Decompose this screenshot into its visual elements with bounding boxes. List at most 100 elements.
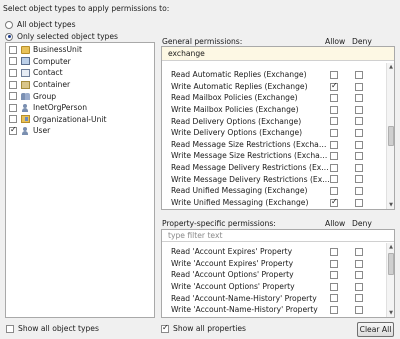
deny-checkbox[interactable] bbox=[355, 259, 363, 268]
object-type-item[interactable]: Organizational-Unit bbox=[9, 114, 154, 126]
selected-object-types-radio[interactable]: Only selected object types bbox=[5, 32, 118, 41]
allow-checkbox[interactable] bbox=[330, 175, 338, 184]
scroll-up-icon[interactable]: ▲ bbox=[387, 63, 394, 71]
deny-checkbox[interactable] bbox=[355, 186, 363, 195]
property-permission-row[interactable]: Write 'Account-Name-History' Property bbox=[162, 304, 394, 316]
general-permission-row[interactable]: Read Message Delivery Restrictions (Exch… bbox=[162, 162, 394, 174]
property-permission-row[interactable]: Read 'Account-Name-History' Property bbox=[162, 292, 394, 304]
allow-checkbox[interactable] bbox=[330, 94, 338, 103]
allow-checkbox[interactable] bbox=[330, 128, 338, 137]
property-permissions-list[interactable]: type filter text Read 'Account Expires' … bbox=[161, 229, 395, 318]
scroll-up-icon[interactable]: ▲ bbox=[387, 243, 394, 251]
deny-checkbox[interactable] bbox=[355, 175, 363, 184]
deny-checkbox[interactable] bbox=[355, 198, 363, 207]
allow-checkbox[interactable] bbox=[330, 71, 338, 79]
radio-circle[interactable] bbox=[5, 32, 13, 41]
object-type-item[interactable]: Container bbox=[9, 79, 154, 91]
object-type-item[interactable]: Contact bbox=[9, 67, 154, 79]
object-type-checkbox[interactable] bbox=[9, 103, 17, 112]
scroll-thumb[interactable] bbox=[388, 126, 394, 146]
organizational-unit-icon bbox=[21, 115, 30, 124]
contact-icon bbox=[21, 68, 30, 77]
scroll-thumb[interactable] bbox=[388, 253, 394, 275]
scroll-down-icon[interactable]: ▼ bbox=[387, 309, 394, 317]
person-icon bbox=[21, 103, 30, 112]
property-permission-row[interactable]: Write 'Account Options' Property bbox=[162, 281, 394, 293]
object-type-item[interactable]: Computer bbox=[9, 56, 154, 68]
allow-checkbox[interactable] bbox=[330, 186, 338, 195]
object-type-checkbox[interactable] bbox=[9, 92, 17, 101]
general-permissions-list[interactable]: exchange Read Automatic Replies (Exchang… bbox=[161, 46, 395, 210]
object-type-item[interactable]: User bbox=[9, 125, 154, 137]
scroll-down-icon[interactable]: ▼ bbox=[387, 201, 394, 209]
checkbox[interactable] bbox=[6, 324, 14, 333]
show-all-properties-checkbox[interactable]: Show all properties bbox=[161, 323, 246, 333]
object-type-checkbox[interactable] bbox=[9, 68, 17, 77]
property-permission-row[interactable]: Read 'Account Expires' Property bbox=[162, 246, 394, 258]
deny-checkbox[interactable] bbox=[355, 82, 363, 91]
allow-checkbox[interactable] bbox=[330, 305, 338, 314]
deny-checkbox[interactable] bbox=[355, 163, 363, 172]
deny-checkbox[interactable] bbox=[355, 294, 363, 303]
object-type-item[interactable]: InetOrgPerson bbox=[9, 102, 154, 114]
property-filter-input[interactable]: type filter text bbox=[162, 230, 394, 242]
allow-checkbox[interactable] bbox=[330, 81, 338, 91]
object-types-list[interactable]: BusinessUnit Computer Contact Container Grou… bbox=[5, 42, 155, 318]
allow-checkbox[interactable] bbox=[330, 197, 338, 207]
general-permissions-header: General permissions: bbox=[162, 37, 243, 46]
allow-checkbox[interactable] bbox=[330, 282, 338, 291]
allow-checkbox[interactable] bbox=[330, 271, 338, 280]
general-deny-header: Deny bbox=[352, 37, 372, 46]
general-permission-row[interactable]: Write Message Delivery Restrictions (Exc… bbox=[162, 173, 394, 185]
allow-checkbox[interactable] bbox=[330, 163, 338, 172]
allow-checkbox[interactable] bbox=[330, 117, 338, 126]
radio-circle[interactable] bbox=[5, 20, 13, 29]
clear-all-button[interactable]: Clear All bbox=[357, 322, 394, 337]
general-permission-row[interactable]: Read Unified Messaging (Exchange) bbox=[162, 185, 394, 197]
object-type-checkbox[interactable] bbox=[9, 125, 17, 135]
property-permission-row[interactable]: Write 'Account Expires' Property bbox=[162, 258, 394, 270]
object-type-item[interactable]: Group bbox=[9, 90, 154, 102]
object-type-checkbox[interactable] bbox=[9, 57, 17, 66]
property-permission-row[interactable]: Read 'Account Options' Property bbox=[162, 269, 394, 281]
deny-checkbox[interactable] bbox=[355, 71, 363, 79]
object-type-item[interactable]: BusinessUnit bbox=[9, 44, 154, 56]
general-permission-row[interactable]: Read Delivery Options (Exchange) bbox=[162, 115, 394, 127]
allow-checkbox[interactable] bbox=[330, 294, 338, 303]
object-type-checkbox[interactable] bbox=[9, 45, 17, 54]
allow-checkbox[interactable] bbox=[330, 248, 338, 256]
deny-checkbox[interactable] bbox=[355, 271, 363, 280]
show-all-object-types-checkbox[interactable]: Show all object types bbox=[6, 324, 99, 333]
deny-checkbox[interactable] bbox=[355, 128, 363, 137]
deny-checkbox[interactable] bbox=[355, 152, 363, 161]
checkbox[interactable] bbox=[161, 323, 169, 333]
all-object-types-radio[interactable]: All object types bbox=[5, 20, 76, 29]
general-permission-row[interactable]: Write Delivery Options (Exchange) bbox=[162, 127, 394, 139]
deny-checkbox[interactable] bbox=[355, 282, 363, 291]
allow-checkbox[interactable] bbox=[330, 259, 338, 268]
permission-label: Read Message Size Restrictions (Exchange… bbox=[171, 139, 330, 149]
general-scrollbar[interactable]: ▲ ▼ bbox=[386, 63, 394, 209]
allow-checkbox[interactable] bbox=[330, 140, 338, 149]
deny-checkbox[interactable] bbox=[355, 105, 363, 114]
general-permission-row[interactable]: Write Automatic Replies (Exchange) bbox=[162, 81, 394, 93]
deny-checkbox[interactable] bbox=[355, 140, 363, 149]
general-permission-row[interactable]: Read Automatic Replies (Exchange) bbox=[162, 69, 394, 81]
general-permission-row[interactable]: Read Message Size Restrictions (Exchange… bbox=[162, 139, 394, 151]
object-type-checkbox[interactable] bbox=[9, 115, 17, 124]
general-filter-input[interactable]: exchange bbox=[162, 47, 394, 61]
allow-checkbox[interactable] bbox=[330, 152, 338, 161]
property-scrollbar[interactable]: ▲ ▼ bbox=[386, 243, 394, 317]
permission-label: Write Automatic Replies (Exchange) bbox=[171, 81, 308, 91]
deny-checkbox[interactable] bbox=[355, 117, 363, 126]
general-permission-row[interactable]: Write Mailbox Policies (Exchange) bbox=[162, 104, 394, 116]
general-permission-row[interactable]: Write Unified Messaging (Exchange) bbox=[162, 197, 394, 209]
allow-checkbox[interactable] bbox=[330, 105, 338, 114]
object-type-checkbox[interactable] bbox=[9, 80, 17, 89]
general-permission-row[interactable]: Read Mailbox Policies (Exchange) bbox=[162, 92, 394, 104]
deny-checkbox[interactable] bbox=[355, 248, 363, 256]
general-permission-row[interactable]: Write Message Size Restrictions (Exchang… bbox=[162, 150, 394, 162]
permission-label: Write Message Delivery Restrictions (Exc… bbox=[171, 174, 330, 184]
deny-checkbox[interactable] bbox=[355, 94, 363, 103]
deny-checkbox[interactable] bbox=[355, 305, 363, 314]
